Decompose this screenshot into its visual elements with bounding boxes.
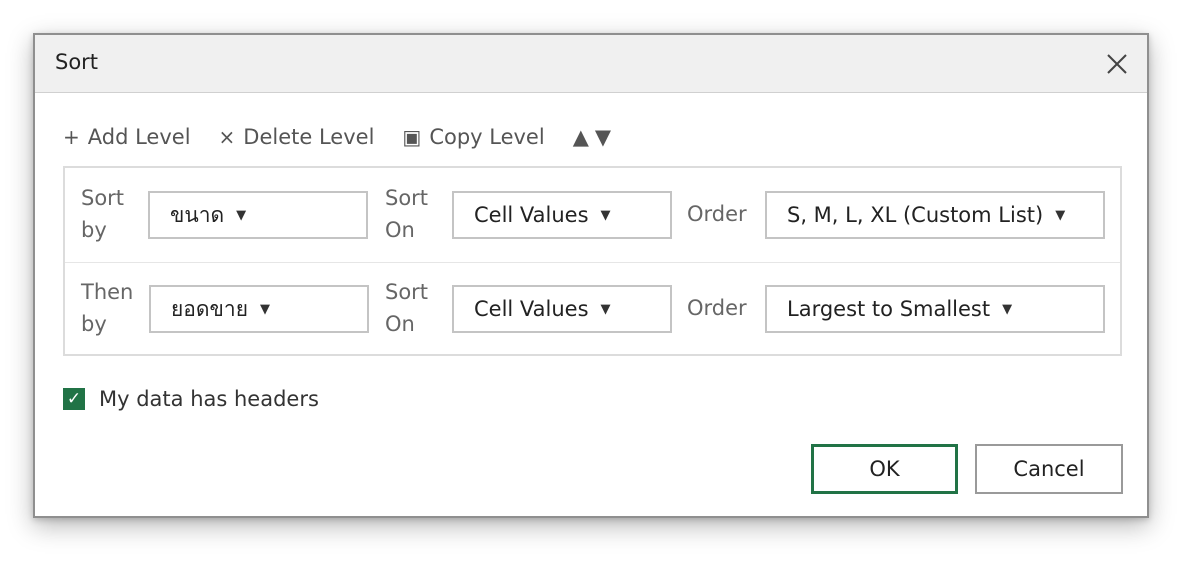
sort-on-value: Cell Values bbox=[474, 203, 589, 227]
order-dropdown[interactable]: Largest to Smallest ▼ bbox=[765, 285, 1105, 333]
sort-level-row[interactable]: Sort by ขนาด ▼ Sort On Cell Values ▼ Ord… bbox=[65, 168, 1120, 263]
order-value: Largest to Smallest bbox=[787, 297, 991, 321]
order-label: Order bbox=[687, 202, 747, 226]
sort-on-label: Sort On bbox=[385, 186, 429, 242]
sort-by-column-value: ขนาด bbox=[170, 202, 225, 227]
order-value: S, M, L, XL (Custom List) bbox=[787, 203, 1044, 227]
move-level-controls: ▲ ▼ bbox=[573, 125, 611, 149]
chevron-down-icon: ▼ bbox=[236, 207, 247, 223]
has-headers-option[interactable]: ✓ My data has headers bbox=[63, 387, 319, 411]
sort-on-label: Sort On bbox=[385, 280, 429, 336]
ok-button[interactable]: OK bbox=[811, 444, 958, 494]
order-dropdown[interactable]: S, M, L, XL (Custom List) ▼ bbox=[765, 191, 1105, 239]
close-icon bbox=[1107, 54, 1127, 74]
has-headers-label: My data has headers bbox=[99, 387, 319, 411]
sort-level-row[interactable]: Then by ยอดขาย ▼ Sort On Cell Values ▼ O… bbox=[65, 262, 1120, 356]
copy-level-label: Copy Level bbox=[429, 125, 545, 149]
sort-on-value: Cell Values bbox=[474, 297, 589, 321]
delete-icon: × bbox=[218, 125, 236, 149]
cancel-button[interactable]: Cancel bbox=[975, 444, 1123, 494]
copy-icon: ▣ bbox=[402, 125, 422, 149]
sort-by-column-dropdown[interactable]: ยอดขาย ▼ bbox=[149, 285, 369, 333]
dialog-titlebar: Sort bbox=[35, 35, 1147, 93]
sort-toolbar: + Add Level × Delete Level ▣ Copy Level … bbox=[63, 123, 611, 151]
add-level-label: Add Level bbox=[87, 125, 191, 149]
checkmark-icon: ✓ bbox=[66, 389, 82, 409]
chevron-down-icon: ▼ bbox=[600, 207, 611, 223]
sort-on-dropdown[interactable]: Cell Values ▼ bbox=[452, 285, 672, 333]
then-by-label: Then by bbox=[81, 280, 134, 336]
sort-dialog: Sort + Add Level × Delete Level ▣ Copy L… bbox=[33, 33, 1149, 518]
sort-by-label: Sort by bbox=[81, 186, 125, 242]
sort-on-dropdown[interactable]: Cell Values ▼ bbox=[452, 191, 672, 239]
sort-levels-list: Sort by ขนาด ▼ Sort On Cell Values ▼ Ord… bbox=[63, 166, 1122, 356]
copy-level-button[interactable]: ▣ Copy Level bbox=[402, 125, 544, 149]
plus-icon: + bbox=[63, 125, 80, 149]
move-down-icon[interactable]: ▼ bbox=[595, 125, 611, 149]
move-up-icon[interactable]: ▲ bbox=[573, 125, 589, 149]
delete-level-label: Delete Level bbox=[243, 125, 375, 149]
sort-by-column-value: ยอดขาย bbox=[171, 296, 249, 321]
delete-level-button[interactable]: × Delete Level bbox=[219, 125, 375, 149]
close-button[interactable] bbox=[1105, 52, 1129, 76]
chevron-down-icon: ▼ bbox=[260, 301, 271, 317]
dialog-title: Sort bbox=[55, 50, 99, 74]
sort-by-column-dropdown[interactable]: ขนาด ▼ bbox=[148, 191, 368, 239]
chevron-down-icon: ▼ bbox=[1002, 301, 1013, 317]
add-level-button[interactable]: + Add Level bbox=[63, 125, 191, 149]
chevron-down-icon: ▼ bbox=[1055, 207, 1066, 223]
has-headers-checkbox[interactable]: ✓ bbox=[63, 388, 85, 410]
chevron-down-icon: ▼ bbox=[600, 301, 611, 317]
order-label: Order bbox=[687, 296, 747, 320]
